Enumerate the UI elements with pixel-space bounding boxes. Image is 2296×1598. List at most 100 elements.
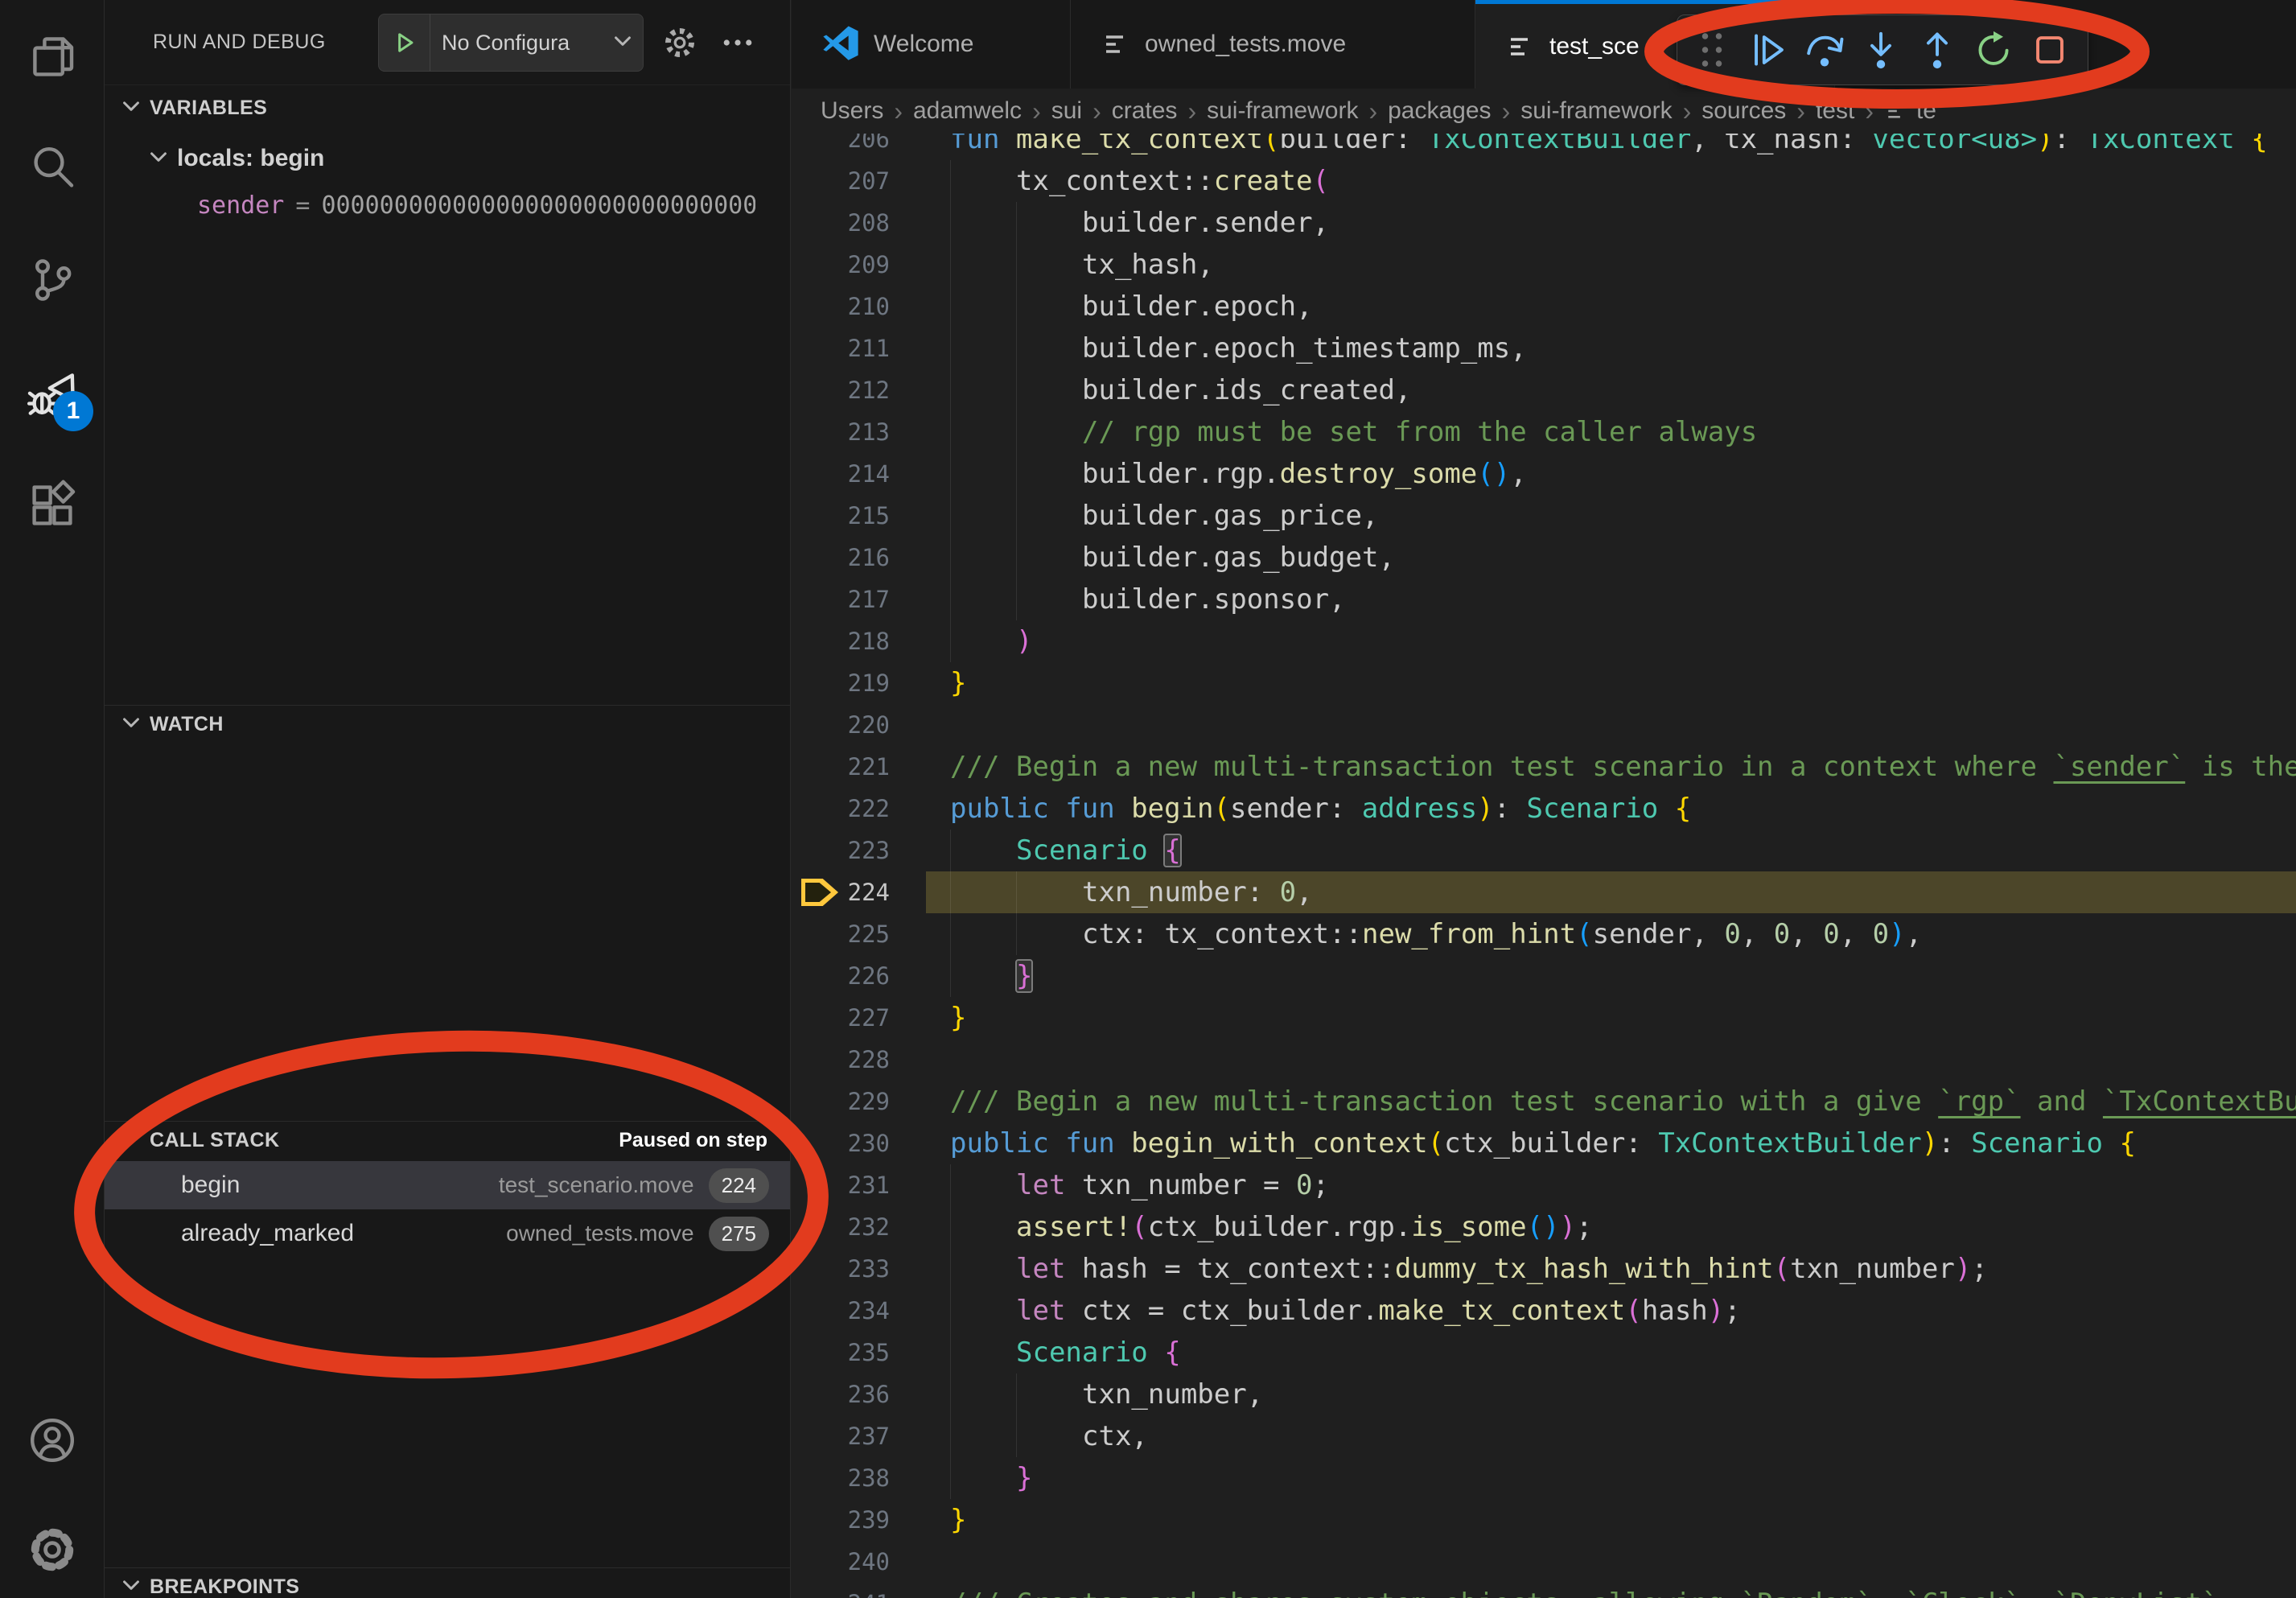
code-line-235[interactable]: 235Scenario {	[792, 1332, 2296, 1374]
line-number[interactable]: 234	[792, 1297, 926, 1324]
code-line-215[interactable]: 215builder.gas_price,	[792, 495, 2296, 537]
code-line-210[interactable]: 210builder.epoch,	[792, 286, 2296, 327]
tab-owned-tests[interactable]: owned_tests.move	[1071, 0, 1475, 89]
line-number[interactable]: 218	[792, 628, 926, 655]
breadcrumb-item[interactable]: adamwelc	[913, 97, 1022, 125]
code-line-216[interactable]: 216builder.gas_budget,	[792, 537, 2296, 579]
line-number[interactable]: 241	[792, 1590, 926, 1598]
breadcrumb[interactable]: Users › adamwelc › sui › crates › sui-fr…	[792, 89, 2296, 134]
code-line-224[interactable]: 224txn_number: 0,	[792, 871, 2296, 913]
code-line-219[interactable]: 219}	[792, 662, 2296, 704]
variable-row[interactable]: sender = 0000000000000000000000000000000…	[105, 182, 790, 229]
breadcrumb-item[interactable]: crates	[1112, 97, 1178, 125]
breadcrumb-item[interactable]: packages	[1388, 97, 1491, 125]
line-number[interactable]: 236	[792, 1381, 926, 1408]
line-number[interactable]: 240	[792, 1548, 926, 1575]
restart-button[interactable]	[1969, 22, 2018, 78]
breadcrumb-item[interactable]: test	[1816, 97, 1854, 125]
search-icon[interactable]	[0, 119, 105, 216]
continue-button[interactable]	[1743, 22, 1793, 78]
line-number[interactable]: 230	[792, 1130, 926, 1157]
line-number[interactable]: 211	[792, 335, 926, 362]
line-number[interactable]: 212	[792, 377, 926, 404]
launch-config-dropdown[interactable]: No Configura	[378, 14, 644, 72]
line-number[interactable]: 221	[792, 753, 926, 780]
code-line-234[interactable]: 234let ctx = ctx_builder.make_tx_context…	[792, 1290, 2296, 1332]
line-number[interactable]: 220	[792, 711, 926, 739]
line-number[interactable]: 209	[792, 251, 926, 278]
code-line-233[interactable]: 233let hash = tx_context::dummy_tx_hash_…	[792, 1248, 2296, 1290]
line-number[interactable]: 238	[792, 1464, 926, 1492]
code-line-237[interactable]: 237ctx,	[792, 1415, 2296, 1457]
stack-frame-row[interactable]: already_marked owned_tests.move 275	[105, 1209, 790, 1258]
line-number[interactable]: 232	[792, 1213, 926, 1241]
line-number[interactable]: 214	[792, 460, 926, 488]
code-line-230[interactable]: 230public fun begin_with_context(ctx_bui…	[792, 1122, 2296, 1164]
line-number[interactable]: 219	[792, 669, 926, 697]
line-number[interactable]: 227	[792, 1004, 926, 1032]
debug-settings-gear-icon[interactable]	[660, 23, 700, 63]
code-line-208[interactable]: 208builder.sender,	[792, 202, 2296, 244]
code-line-214[interactable]: 214builder.rgp.destroy_some(),	[792, 453, 2296, 495]
account-icon[interactable]	[0, 1392, 105, 1489]
code-line-229[interactable]: 229/// Begin a new multi-transaction tes…	[792, 1081, 2296, 1122]
code-line-209[interactable]: 209tx_hash,	[792, 244, 2296, 286]
line-number[interactable]: 222	[792, 795, 926, 822]
toolbar-drag-handle-icon[interactable]	[1687, 22, 1737, 78]
line-number[interactable]: 228	[792, 1046, 926, 1073]
stack-frame-row[interactable]: begin test_scenario.move 224	[105, 1161, 790, 1209]
code-line-222[interactable]: 222public fun begin(sender: address): Sc…	[792, 788, 2296, 830]
run-and-debug-icon[interactable]: 1	[0, 344, 105, 441]
line-number[interactable]: 207	[792, 167, 926, 195]
breadcrumb-item[interactable]: sui-framework	[1520, 97, 1672, 125]
line-number[interactable]: 217	[792, 586, 926, 613]
step-out-button[interactable]	[1912, 22, 1962, 78]
extensions-icon[interactable]	[0, 457, 105, 554]
code-line-212[interactable]: 212builder.ids_created,	[792, 369, 2296, 411]
breadcrumb-item[interactable]: sources	[1701, 97, 1786, 125]
line-number[interactable]: 215	[792, 502, 926, 529]
code-line-239[interactable]: 239}	[792, 1499, 2296, 1541]
code-line-207[interactable]: 207tx_context::create(	[792, 160, 2296, 202]
tab-welcome[interactable]: Welcome	[792, 0, 1071, 89]
line-number[interactable]: 237	[792, 1423, 926, 1450]
code-line-225[interactable]: 225ctx: tx_context::new_from_hint(sender…	[792, 913, 2296, 955]
breadcrumb-item[interactable]: te	[1884, 97, 1936, 125]
line-number[interactable]: 226	[792, 962, 926, 990]
code-line-238[interactable]: 238}	[792, 1457, 2296, 1499]
code-line-217[interactable]: 217builder.sponsor,	[792, 579, 2296, 620]
more-actions-icon[interactable]	[718, 23, 758, 63]
step-into-button[interactable]	[1856, 22, 1906, 78]
line-number[interactable]: 233	[792, 1255, 926, 1283]
call-stack-section-header[interactable]: CALL STACK Paused on step	[105, 1121, 790, 1159]
explorer-icon[interactable]	[0, 8, 105, 105]
code-line-241[interactable]: 241/// Creates and shares system objects…	[792, 1583, 2296, 1598]
start-debug-icon[interactable]	[379, 14, 430, 71]
source-control-icon[interactable]	[0, 232, 105, 328]
code-line-231[interactable]: 231let txn_number = 0;	[792, 1164, 2296, 1206]
watch-section-header[interactable]: WATCH	[105, 705, 790, 743]
breakpoints-section-header[interactable]: BREAKPOINTS	[105, 1567, 790, 1598]
line-number[interactable]: 208	[792, 209, 926, 237]
code-line-228[interactable]: 228	[792, 1039, 2296, 1081]
variables-section-header[interactable]: VARIABLES	[105, 89, 790, 127]
line-number[interactable]: 235	[792, 1339, 926, 1366]
line-number[interactable]: 223	[792, 837, 926, 864]
code-line-220[interactable]: 220	[792, 704, 2296, 746]
code-line-240[interactable]: 240	[792, 1541, 2296, 1583]
line-number[interactable]: 231	[792, 1172, 926, 1199]
code-line-236[interactable]: 236txn_number,	[792, 1374, 2296, 1415]
line-number[interactable]: 229	[792, 1088, 926, 1115]
line-number[interactable]: 213	[792, 418, 926, 446]
code-line-213[interactable]: 213// rgp must be set from the caller al…	[792, 411, 2296, 453]
stop-button[interactable]	[2025, 22, 2075, 78]
breadcrumb-item[interactable]: sui	[1051, 97, 1082, 125]
line-number[interactable]: 239	[792, 1506, 926, 1534]
code-line-221[interactable]: 221/// Begin a new multi-transaction tes…	[792, 746, 2296, 788]
line-number[interactable]: 210	[792, 293, 926, 320]
variables-scope-row[interactable]: locals: begin	[105, 135, 790, 182]
line-number[interactable]: 216	[792, 544, 926, 571]
step-over-button[interactable]	[1800, 22, 1850, 78]
code-line-227[interactable]: 227}	[792, 997, 2296, 1039]
line-number[interactable]: 225	[792, 920, 926, 948]
